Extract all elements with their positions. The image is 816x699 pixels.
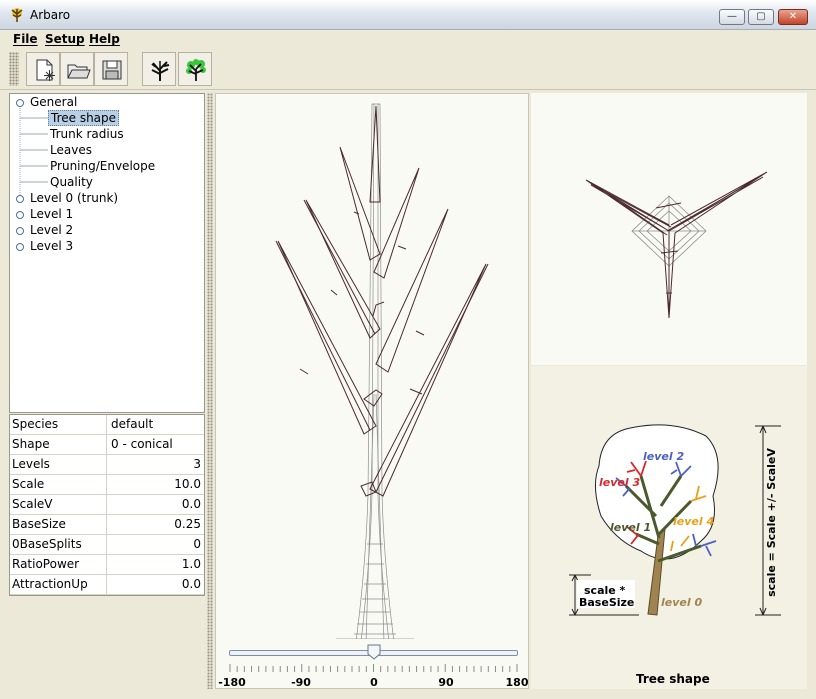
table-row[interactable]: Levels 3 [10, 455, 204, 475]
label-basesize: BaseSize [579, 596, 635, 609]
tree-connector-lines [19, 106, 48, 198]
slider-label-180: 180 [505, 676, 529, 689]
panel-splitter[interactable] [207, 93, 213, 689]
label-level-0: level 0 [661, 596, 703, 609]
table-row[interactable]: Shape 0 - conical [10, 435, 204, 455]
table-row[interactable]: AttractionUp 0.0 [10, 575, 204, 595]
tree-item-tree-shape[interactable]: Tree shape [48, 110, 120, 126]
menu-file[interactable]: File [13, 32, 38, 46]
diagram-caption: Tree shape [636, 672, 710, 686]
expand-level1-icon[interactable] [16, 211, 24, 219]
rotation-slider-thumb[interactable] [367, 644, 381, 660]
slider-ticks [229, 664, 518, 672]
levels-field[interactable]: 3 [108, 455, 204, 474]
new-file-icon [36, 59, 55, 81]
attractionup-field[interactable]: 0.0 [108, 575, 204, 594]
slider-label-neg90: -90 [291, 676, 311, 689]
table-row[interactable]: Species default [10, 415, 204, 435]
toolbar-grip[interactable] [9, 52, 19, 86]
scale-field[interactable]: 10.0 [108, 475, 204, 494]
window-title: Arbaro [30, 8, 71, 22]
maximize-button[interactable]: ▢ [748, 9, 774, 25]
tree-top-view[interactable] [531, 93, 807, 365]
tree-wireframe-drawing [275, 103, 489, 639]
open-button[interactable] [60, 52, 94, 86]
tree-top-wireframe [585, 171, 768, 319]
open-folder-icon [67, 64, 91, 79]
label-level-4: level 4 [673, 515, 715, 528]
close-button[interactable]: ✕ [778, 9, 808, 25]
menu-setup[interactable]: Setup [45, 32, 85, 46]
shape-field[interactable]: 0 - conical [108, 435, 204, 454]
save-button[interactable] [94, 52, 128, 86]
tree-app-icon [11, 8, 23, 22]
table-row[interactable]: RatioPower 1.0 [10, 555, 204, 575]
expand-level3-icon[interactable] [16, 243, 24, 251]
tree-item-level-1[interactable]: Level 1 [30, 206, 73, 222]
tree-item-level-3[interactable]: Level 3 [30, 238, 73, 254]
slider-label-90: 90 [438, 676, 454, 689]
table-row[interactable]: BaseSize 0.25 [10, 515, 204, 535]
tree-item-pruning-envelope[interactable]: Pruning/Envelope [50, 158, 155, 174]
table-row[interactable]: 0BaseSplits 0 [10, 535, 204, 555]
table-row[interactable]: Scale 10.0 [10, 475, 204, 495]
toolbar [0, 48, 816, 90]
render-tree-leaves-icon [186, 59, 206, 81]
title-bar: Arbaro — ▢ ✕ [0, 0, 816, 30]
render-tree-leaves-button[interactable] [178, 52, 212, 86]
tree-item-general[interactable]: General [30, 94, 77, 110]
render-tree-button[interactable] [142, 52, 176, 86]
save-disk-icon [102, 60, 122, 80]
new-button[interactable] [26, 52, 60, 86]
expand-general-icon[interactable] [16, 99, 24, 107]
render-tree-icon [151, 61, 170, 81]
tree-front-view[interactable]: -180 -90 0 90 180 [215, 93, 529, 689]
expand-level2-icon[interactable] [16, 227, 24, 235]
basesplits-field[interactable]: 0 [108, 535, 204, 554]
label-level-3: level 3 [599, 476, 641, 489]
expand-level0-icon[interactable] [16, 195, 24, 203]
table-row[interactable]: ScaleV 0.0 [10, 495, 204, 515]
scalev-field[interactable]: 0.0 [108, 495, 204, 514]
tree-item-level-2[interactable]: Level 2 [30, 222, 73, 238]
label-scale-formula: scale = Scale +/- ScaleV [764, 448, 778, 597]
tree-item-level-0[interactable]: Level 0 (trunk) [30, 190, 118, 206]
basesize-field[interactable]: 0.25 [108, 515, 204, 534]
ratiopower-field[interactable]: 1.0 [108, 555, 204, 574]
menu-help[interactable]: Help [89, 32, 120, 46]
label-level-1: level 1 [610, 521, 652, 534]
label-level-2: level 2 [643, 450, 685, 463]
tree-item-trunk-radius[interactable]: Trunk radius [50, 126, 124, 142]
species-field[interactable]: default [108, 415, 204, 434]
minimize-button[interactable]: — [719, 9, 745, 25]
menu-bar: File Setup Help [0, 30, 816, 48]
property-table: Species default Shape 0 - conical Levels 3 … [9, 414, 205, 596]
slider-label-neg180: -180 [218, 676, 246, 689]
slider-label-0: 0 [370, 676, 378, 689]
tree-item-quality[interactable]: Quality [50, 174, 93, 190]
parameter-tree[interactable]: General Tree shape Trunk radius Leaves P… [9, 93, 205, 413]
tree-shape-info-diagram: level 2 level 3 level 1 level 4 level 0 … [531, 366, 807, 689]
tree-item-leaves[interactable]: Leaves [50, 142, 92, 158]
